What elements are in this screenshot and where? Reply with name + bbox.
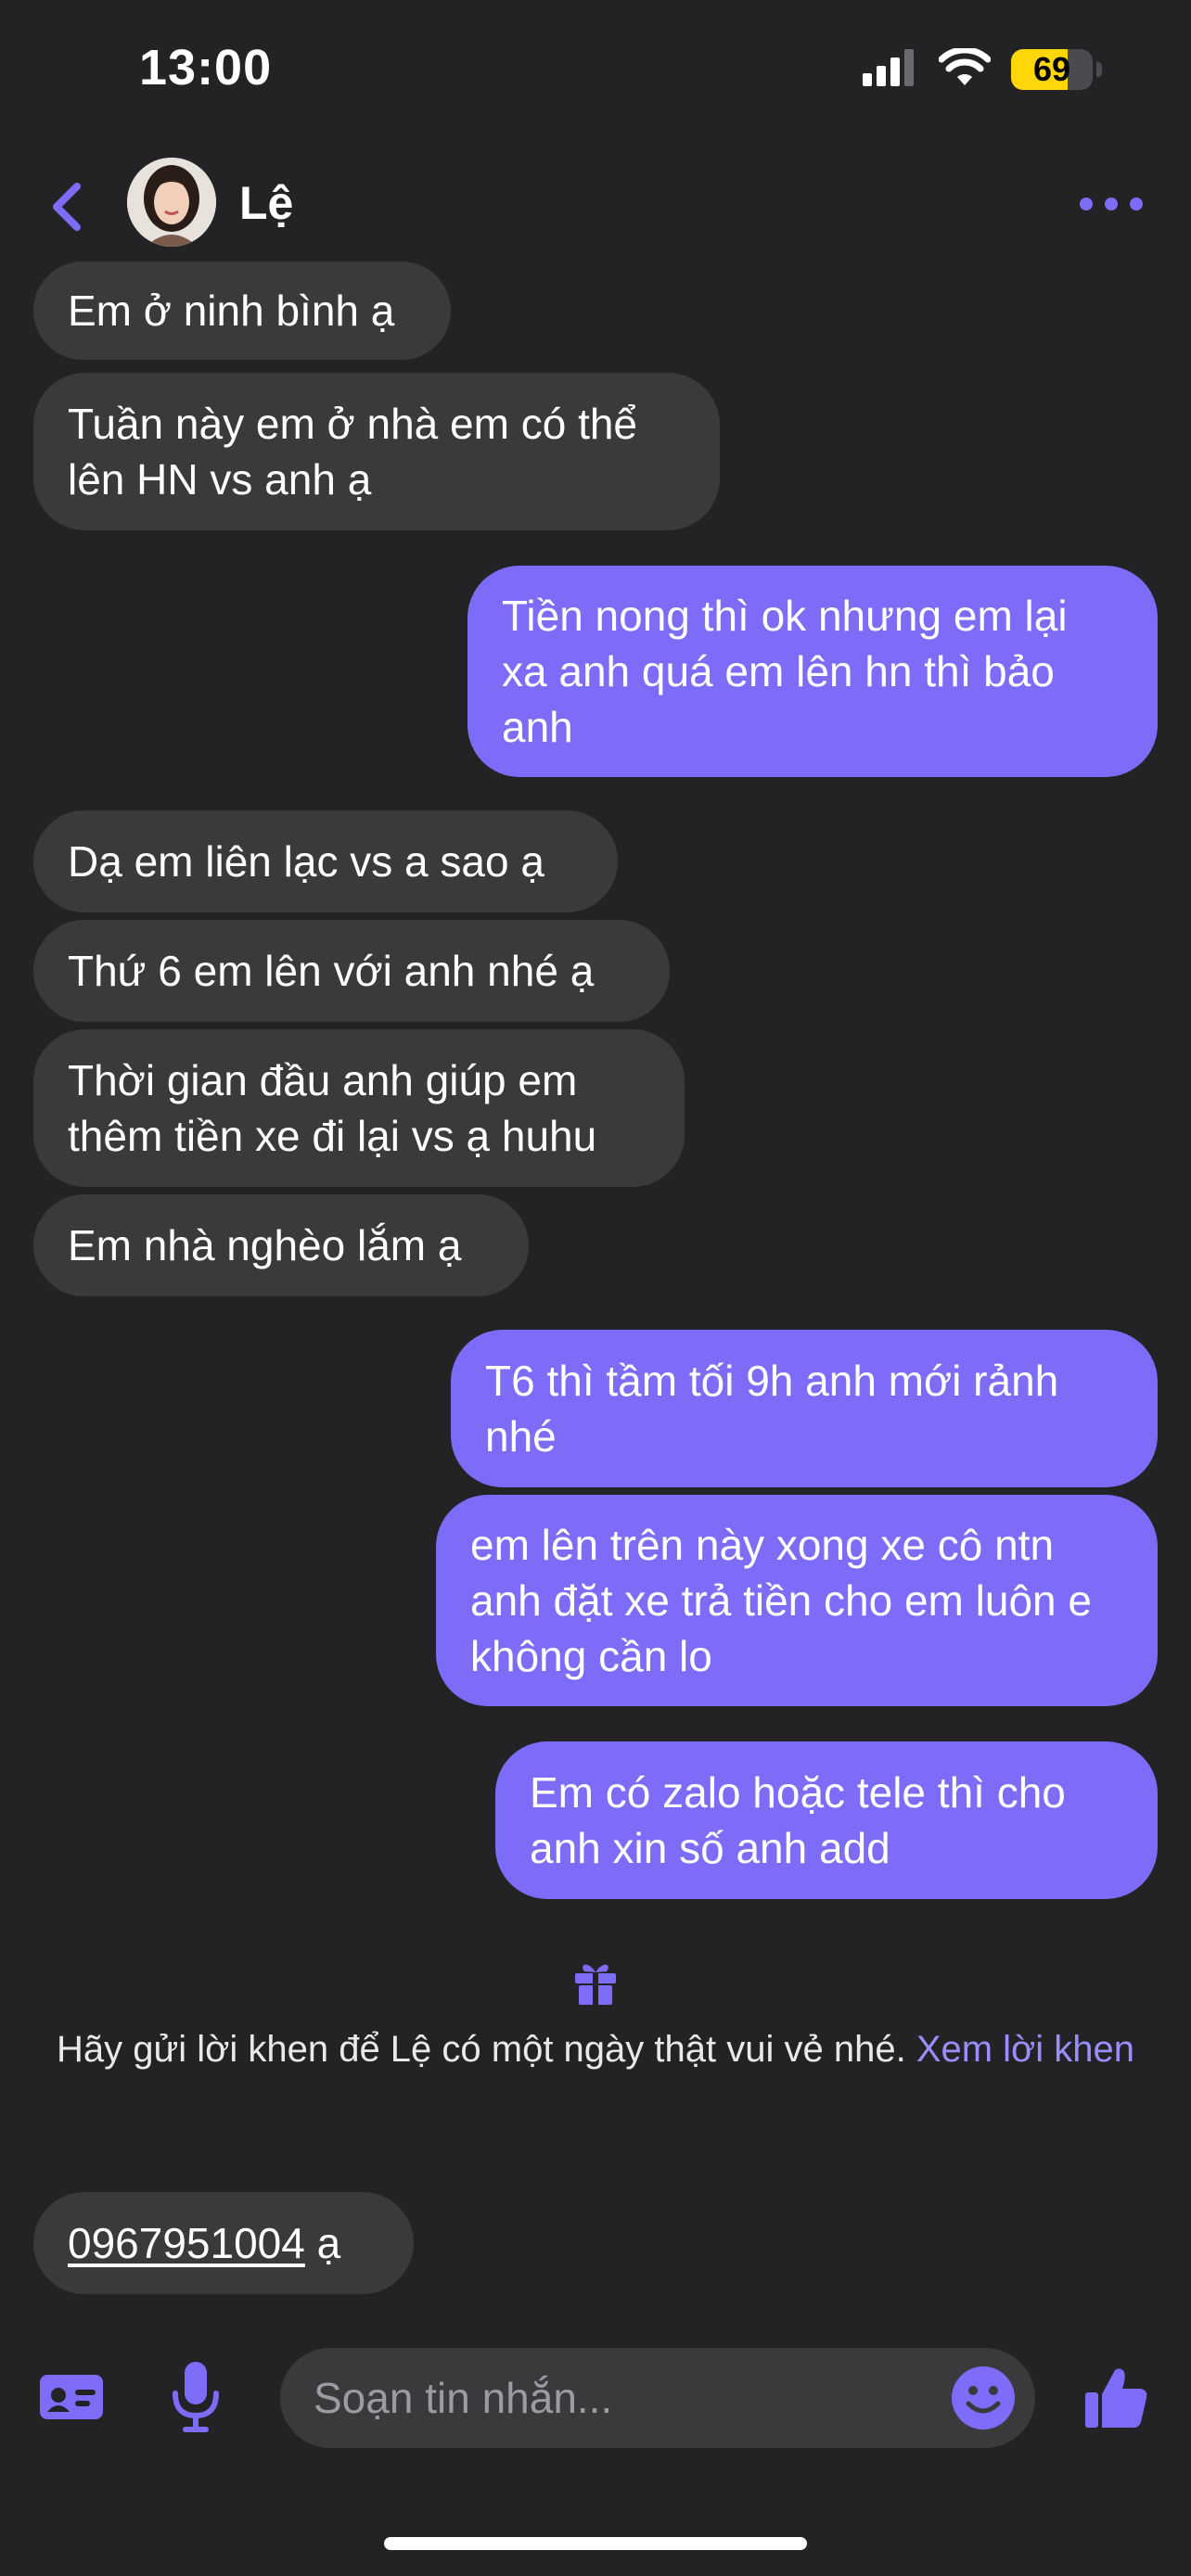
message-bubble-received[interactable]: 0967951004 ạ [33, 2192, 414, 2294]
message-text: Tiền nong thì ok nhưng em lại xa anh quá… [502, 592, 1068, 751]
message-text: Dạ em liên lạc vs a sao ạ [68, 837, 544, 886]
message-text: Thứ 6 em lên với anh nhé ạ [68, 947, 595, 995]
wifi-icon [938, 45, 992, 92]
message-bubble-received[interactable]: Thứ 6 em lên với anh nhé ạ [33, 920, 670, 1022]
message-bubble-received[interactable]: Thời gian đầu anh giúp em thêm tiền xe đ… [33, 1029, 685, 1187]
battery-level: 69 [1032, 50, 1071, 88]
message-text: Thời gian đầu anh giúp em thêm tiền xe đ… [68, 1056, 597, 1160]
compliment-prompt: Hãy gửi lời khen để Lệ có một ngày thật … [0, 1958, 1191, 2072]
chat-header: Lệ [0, 139, 1191, 271]
phone-number-link[interactable]: 0967951004 [68, 2219, 305, 2267]
message-bubble-sent[interactable]: T6 thì tầm tối 9h anh mới rảnh nhé [451, 1330, 1158, 1487]
message-bubble-received[interactable]: Dạ em liên lạc vs a sao ạ [33, 810, 618, 912]
message-suffix: ạ [304, 2219, 341, 2267]
message-list[interactable]: Em ở ninh bình ạ Tuần này em ở nhà em có… [0, 261, 1191, 2311]
view-compliments-link[interactable]: Xem lời khen [916, 2029, 1134, 2070]
thumbs-up-icon [1085, 2368, 1147, 2428]
battery-indicator: 69 [1011, 49, 1093, 90]
message-text: T6 thì tầm tối 9h anh mới rảnh nhé [485, 1357, 1059, 1460]
more-dots-icon [1080, 198, 1143, 210]
message-input[interactable] [312, 2372, 950, 2424]
microphone-icon [173, 2362, 219, 2432]
avatar-photo [127, 158, 216, 247]
message-text: Tuần này em ở nhà em có thể lên HN vs an… [68, 400, 638, 504]
message-bubble-sent[interactable]: Tiền nong thì ok nhưng em lại xa anh quá… [467, 566, 1158, 777]
more-options-button[interactable] [1074, 184, 1148, 224]
like-button[interactable] [1082, 2363, 1152, 2433]
contact-card-button[interactable] [33, 2366, 109, 2428]
message-text: em lên trên này xong xe cô ntn anh đặt x… [470, 1521, 1092, 1680]
message-input-field[interactable] [280, 2348, 1035, 2448]
message-bubble-received[interactable]: Em nhà nghèo lắm ạ [33, 1194, 529, 1296]
voice-message-button[interactable] [163, 2359, 228, 2435]
contact-card-icon [40, 2375, 103, 2419]
gift-icon [575, 1964, 616, 2005]
home-indicator [384, 2537, 807, 2550]
message-text: Em ở ninh bình ạ [68, 287, 395, 335]
message-bubble-received[interactable]: Tuần này em ở nhà em có thể lên HN vs an… [33, 373, 720, 530]
message-composer [0, 2327, 1191, 2467]
message-bubble-sent[interactable]: em lên trên này xong xe cô ntn anh đặt x… [436, 1495, 1158, 1706]
message-text: Em có zalo hoặc tele thì cho anh xin số … [530, 1768, 1066, 1872]
message-bubble-received[interactable]: Em ở ninh bình ạ [33, 261, 451, 360]
battery-cap [1096, 62, 1102, 77]
cellular-signal-icon [863, 48, 918, 91]
status-time: 13:00 [139, 40, 273, 96]
message-bubble-sent[interactable]: Em có zalo hoặc tele thì cho anh xin số … [495, 1741, 1158, 1899]
chevron-left-icon [53, 183, 81, 231]
emoji-button[interactable] [950, 2365, 1017, 2431]
status-bar: 13:00 69 [0, 0, 1191, 139]
compliment-text: Hãy gửi lời khen để Lệ có một ngày thật … [44, 2027, 1147, 2072]
compliment-message: Hãy gửi lời khen để Lệ có một ngày thật … [56, 2029, 916, 2070]
contact-name[interactable]: Lệ [239, 176, 293, 230]
back-button[interactable] [35, 174, 100, 239]
status-icons: 69 [863, 45, 1102, 92]
emoji-icon [952, 2366, 1015, 2429]
avatar[interactable] [127, 158, 216, 247]
message-text: 0967951004 ạ [68, 2215, 340, 2271]
message-text: Em nhà nghèo lắm ạ [68, 1221, 462, 1269]
